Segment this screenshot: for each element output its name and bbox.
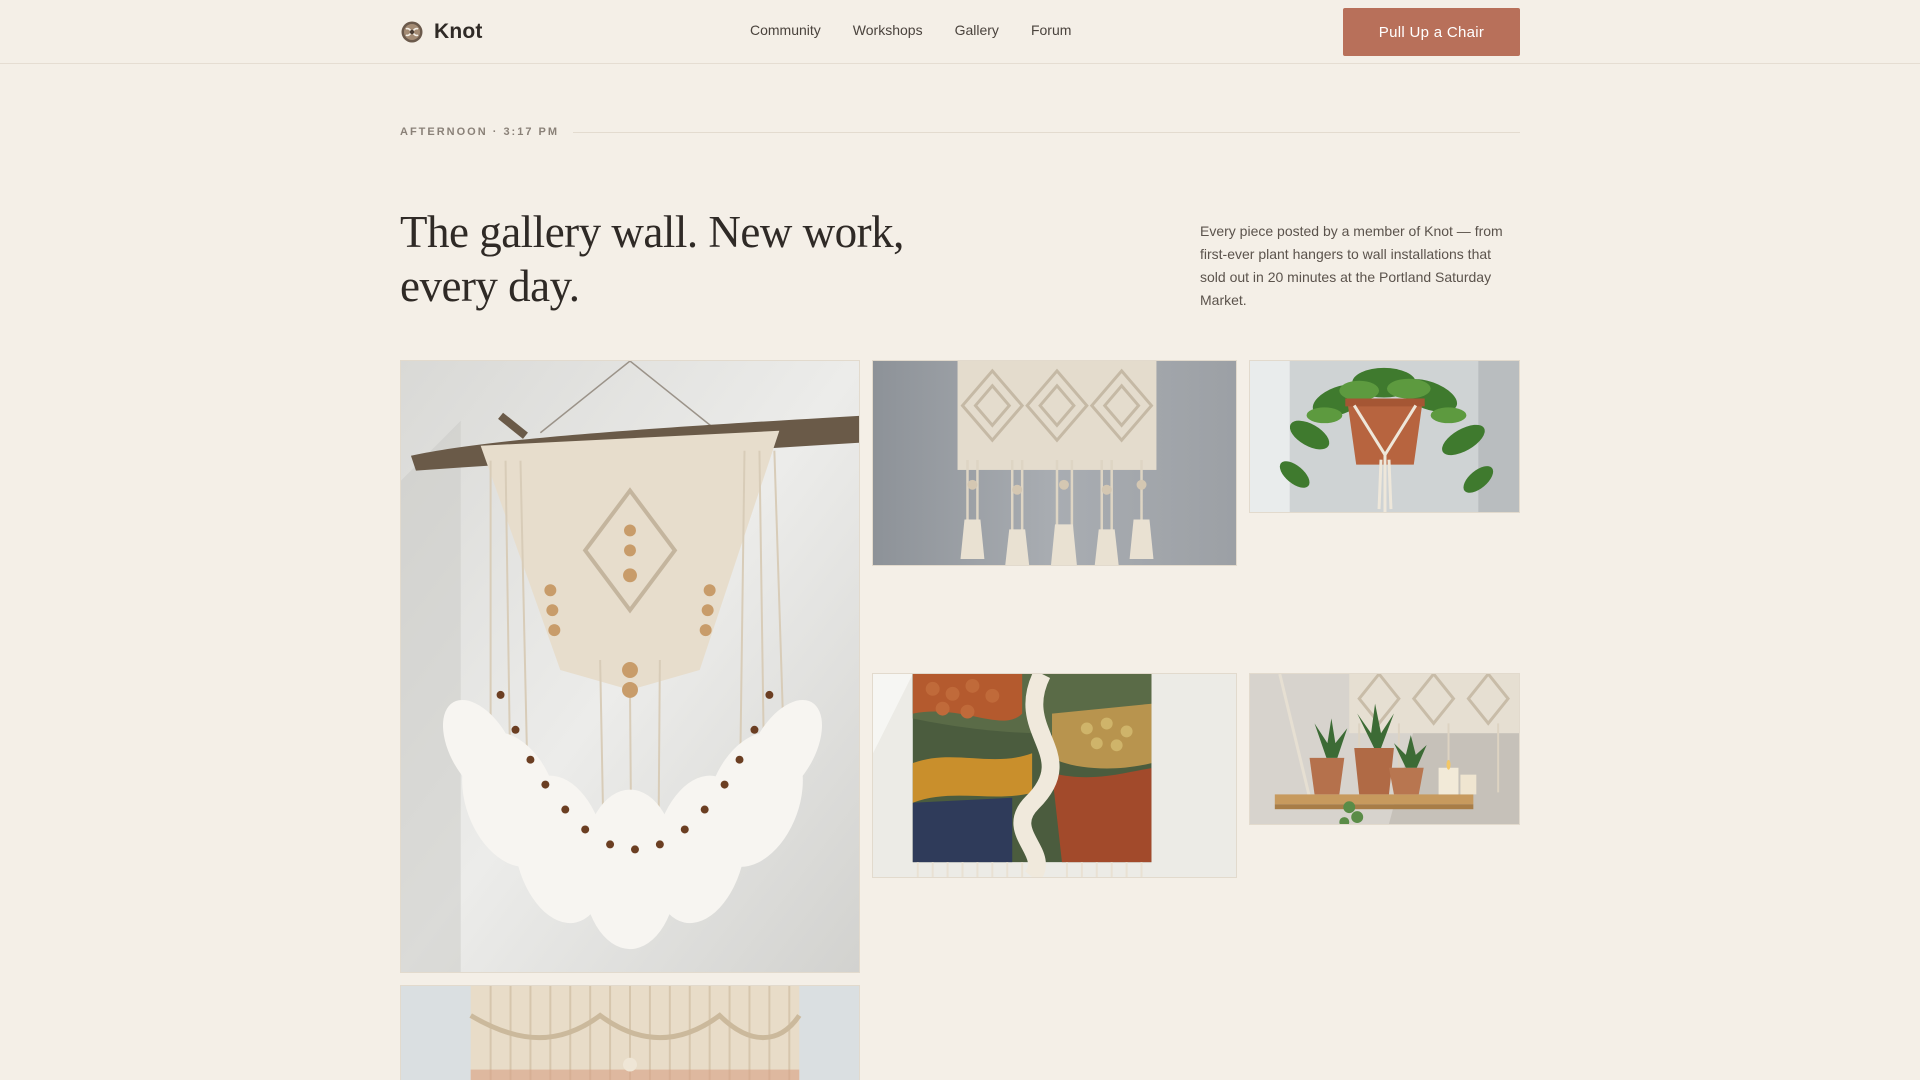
nav-workshops[interactable]: Workshops xyxy=(853,22,923,38)
knot-logo-icon xyxy=(401,21,423,43)
dip-dyed-hanging-image xyxy=(401,986,859,1080)
nav-gallery[interactable]: Gallery xyxy=(955,22,999,38)
timestamp: AFTERNOON · 3:17 PM xyxy=(400,126,560,138)
hanging-shelf-image xyxy=(1250,674,1519,824)
driftwood-hanging-image xyxy=(401,361,859,972)
intro-text: Every piece posted by a member of Knot —… xyxy=(1200,223,1503,308)
nav-forum[interactable]: Forum xyxy=(1031,22,1071,38)
site-header: Knot Community Workshops Gallery Forum P… xyxy=(0,0,1920,64)
woven-tapestry-image xyxy=(873,674,1236,877)
divider xyxy=(573,131,1520,133)
pull-up-a-chair-button[interactable]: Pull Up a Chair xyxy=(1343,8,1520,56)
gallery-item-plant-hanger[interactable] xyxy=(1249,360,1520,513)
page-title: The gallery wall. New work, every day. xyxy=(400,207,904,311)
gallery-item-woven-tapestry[interactable] xyxy=(872,673,1237,878)
brand-name: Knot xyxy=(434,20,483,43)
plant-hanger-image xyxy=(1250,361,1519,512)
diamond-panel-image xyxy=(873,361,1236,565)
gallery-item-hanging-shelf[interactable] xyxy=(1249,673,1520,825)
gallery-item-driftwood-hanging[interactable] xyxy=(400,360,860,973)
main-nav: Community Workshops Gallery Forum xyxy=(750,22,1071,38)
brand-logo[interactable]: Knot xyxy=(400,19,483,45)
gallery-item-dip-dyed-hanging[interactable] xyxy=(400,985,860,1080)
gallery-item-diamond-panel[interactable] xyxy=(872,360,1237,566)
nav-community[interactable]: Community xyxy=(750,22,821,38)
timestamp-row: AFTERNOON · 3:17 PM xyxy=(400,124,1520,140)
